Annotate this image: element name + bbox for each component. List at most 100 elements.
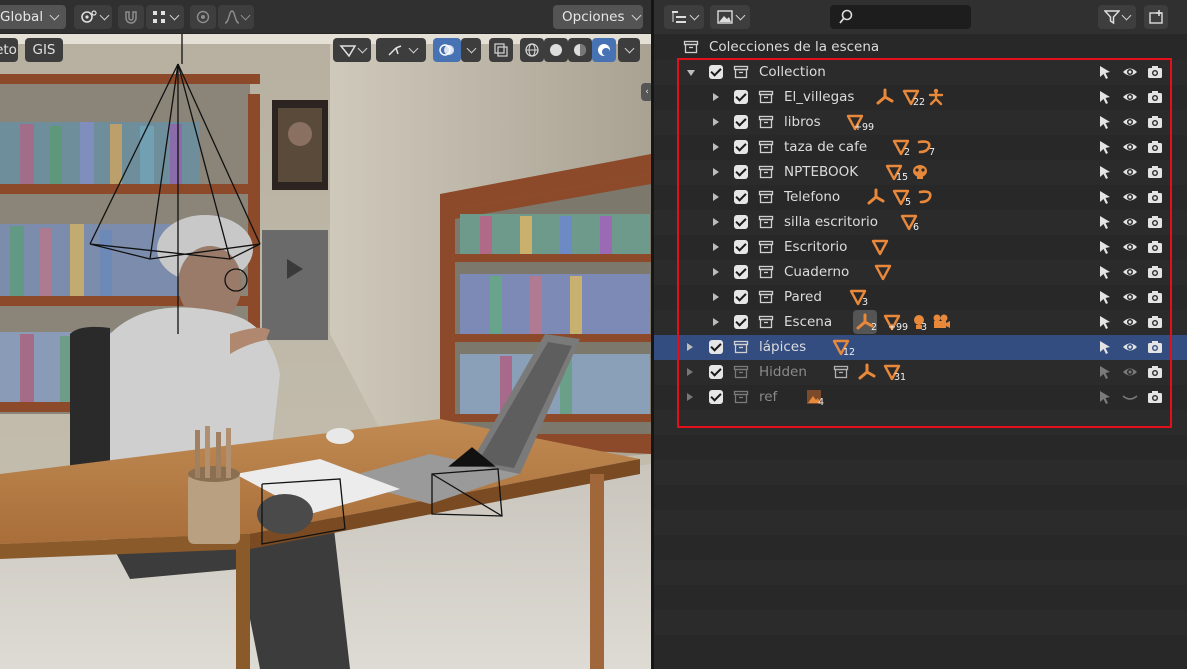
eye-icon[interactable] — [1122, 314, 1138, 330]
camera-icon[interactable] — [1147, 189, 1163, 205]
exclude-checkbox[interactable] — [734, 115, 748, 129]
select-arrow-icon[interactable] — [1097, 364, 1113, 380]
overlays-toggle[interactable] — [433, 38, 461, 62]
outliner-row-pared[interactable]: Pared 3 — [654, 285, 1187, 310]
overlays-dropdown[interactable] — [461, 38, 481, 62]
camera-object-icon[interactable] — [931, 313, 951, 331]
expand-triangle-icon[interactable] — [687, 393, 693, 401]
select-arrow-icon[interactable] — [1097, 339, 1113, 355]
eye-icon[interactable] — [1122, 164, 1138, 180]
camera-icon[interactable] — [1147, 364, 1163, 380]
eye-icon[interactable] — [1122, 289, 1138, 305]
eye-closed-icon[interactable] — [1122, 389, 1138, 405]
expand-triangle-icon[interactable] — [713, 243, 719, 251]
eye-icon[interactable] — [1122, 364, 1138, 380]
select-arrow-icon[interactable] — [1097, 64, 1113, 80]
camera-icon[interactable] — [1147, 289, 1163, 305]
expand-triangle-icon[interactable] — [687, 368, 693, 376]
eye-icon[interactable] — [1122, 214, 1138, 230]
gizmo-button[interactable] — [376, 38, 426, 62]
orientation-dropdown[interactable]: Global — [0, 5, 66, 29]
collapse-triangle-icon[interactable] — [687, 70, 695, 76]
select-arrow-icon[interactable] — [1097, 164, 1113, 180]
view-object-types-button[interactable] — [333, 38, 371, 62]
pivot-point-button[interactable] — [74, 5, 112, 29]
outliner-row-telefono[interactable]: Telefono 5 — [654, 185, 1187, 210]
new-collection-button[interactable] — [1144, 5, 1168, 29]
expand-triangle-icon[interactable] — [713, 268, 719, 276]
select-arrow-icon[interactable] — [1097, 264, 1113, 280]
exclude-checkbox[interactable] — [709, 340, 723, 354]
outliner-row-lapices[interactable]: lápices 12 — [654, 335, 1187, 360]
armature-icon[interactable] — [858, 363, 876, 381]
expand-triangle-icon[interactable] — [713, 318, 719, 326]
bone-icon[interactable] — [927, 88, 945, 106]
gis-button[interactable]: GIS — [25, 38, 63, 62]
expand-triangle-icon[interactable] — [713, 118, 719, 126]
exclude-checkbox[interactable] — [734, 165, 748, 179]
exclude-checkbox[interactable] — [734, 240, 748, 254]
material-shading-button[interactable] — [568, 38, 592, 62]
expand-triangle-icon[interactable] — [687, 343, 693, 351]
outliner-row-cuaderno[interactable]: Cuaderno — [654, 260, 1187, 285]
scene-collection-row[interactable]: Colecciones de la escena — [654, 35, 1187, 60]
camera-icon[interactable] — [1147, 64, 1163, 80]
outliner-row-ref[interactable]: ref 4 — [654, 385, 1187, 410]
falloff-dropdown[interactable] — [218, 5, 254, 29]
expand-triangle-icon[interactable] — [713, 293, 719, 301]
exclude-checkbox[interactable] — [734, 315, 748, 329]
eye-icon[interactable] — [1122, 264, 1138, 280]
select-arrow-icon[interactable] — [1097, 239, 1113, 255]
outliner-row-escritorio[interactable]: Escritorio — [654, 235, 1187, 260]
shading-dropdown[interactable] — [618, 38, 640, 62]
armature-icon[interactable] — [876, 88, 894, 106]
outliner-row-el-villegas[interactable]: El_villegas 22 — [654, 85, 1187, 110]
outliner-row-silla-escritorio[interactable]: silla escritorio 6 — [654, 210, 1187, 235]
snap-target-dropdown[interactable] — [146, 5, 184, 29]
expand-triangle-icon[interactable] — [713, 168, 719, 176]
3d-viewport[interactable]: Global Opciones to GIS ‹ — [0, 0, 651, 669]
eye-icon[interactable] — [1122, 114, 1138, 130]
select-arrow-icon[interactable] — [1097, 114, 1113, 130]
eye-icon[interactable] — [1122, 339, 1138, 355]
expand-triangle-icon[interactable] — [713, 143, 719, 151]
exclude-checkbox[interactable] — [734, 290, 748, 304]
object-mode-button[interactable]: eto — [0, 38, 18, 62]
camera-icon[interactable] — [1147, 339, 1163, 355]
camera-icon[interactable] — [1147, 114, 1163, 130]
rendered-shading-button[interactable] — [592, 38, 616, 62]
expand-triangle-icon[interactable] — [713, 93, 719, 101]
eye-icon[interactable] — [1122, 64, 1138, 80]
outliner-row-collection[interactable]: Collection — [654, 60, 1187, 85]
camera-icon[interactable] — [1147, 314, 1163, 330]
expand-triangle-icon[interactable] — [713, 193, 719, 201]
filter-dropdown[interactable] — [1098, 5, 1136, 29]
eye-icon[interactable] — [1122, 139, 1138, 155]
select-arrow-icon[interactable] — [1097, 289, 1113, 305]
outliner-row-hidden[interactable]: Hidden 31 — [654, 360, 1187, 385]
exclude-checkbox[interactable] — [709, 365, 723, 379]
exclude-checkbox[interactable] — [709, 390, 723, 404]
xray-toggle[interactable] — [489, 38, 513, 62]
select-arrow-icon[interactable] — [1097, 139, 1113, 155]
camera-icon[interactable] — [1147, 264, 1163, 280]
wireframe-shading-button[interactable] — [520, 38, 544, 62]
exclude-checkbox[interactable] — [734, 215, 748, 229]
camera-icon[interactable] — [1147, 214, 1163, 230]
armature-icon[interactable] — [867, 188, 885, 206]
select-arrow-icon[interactable] — [1097, 314, 1113, 330]
select-arrow-icon[interactable] — [1097, 89, 1113, 105]
eye-icon[interactable] — [1122, 189, 1138, 205]
collection-icon[interactable] — [833, 364, 849, 380]
exclude-checkbox[interactable] — [734, 90, 748, 104]
camera-icon[interactable] — [1147, 89, 1163, 105]
eye-icon[interactable] — [1122, 239, 1138, 255]
select-arrow-icon[interactable] — [1097, 389, 1113, 405]
scene-render[interactable] — [0, 34, 651, 669]
display-mode-dropdown[interactable] — [664, 5, 704, 29]
camera-icon[interactable] — [1147, 239, 1163, 255]
search-input[interactable] — [830, 5, 971, 29]
exclude-checkbox[interactable] — [734, 190, 748, 204]
expand-triangle-icon[interactable] — [713, 218, 719, 226]
options-dropdown[interactable]: Opciones — [553, 5, 643, 29]
